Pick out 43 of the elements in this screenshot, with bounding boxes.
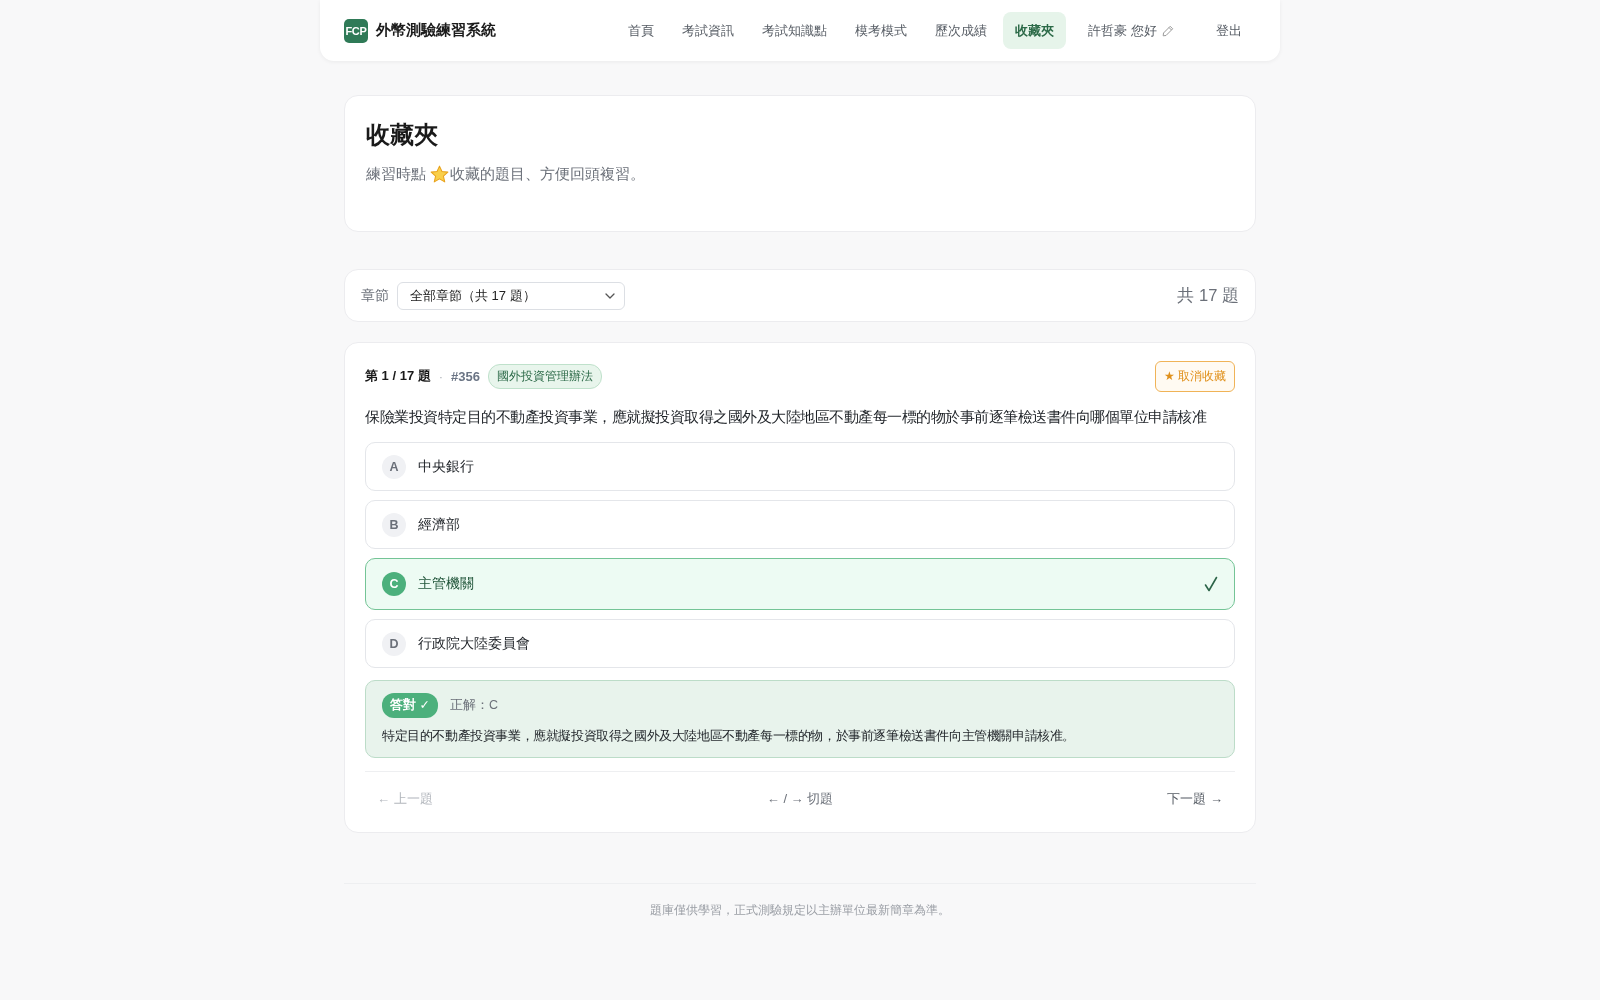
option-letter: C — [382, 572, 406, 596]
option-text: 行政院大陸委員會 — [418, 634, 531, 653]
option-letter: D — [382, 631, 406, 656]
correct-status: 答對 ✓ — [382, 693, 438, 718]
answer-option[interactable]: B 經濟部 — [365, 500, 1235, 549]
star-icon — [430, 165, 449, 184]
question-position: 第 1 / 17 題 — [365, 367, 431, 385]
chevron-down-icon — [605, 292, 615, 299]
app-logo: FCP — [344, 18, 368, 43]
question-text: 保險業投資特定目的不動產投資事業，應就擬投資取得之國外及大陸地區不動產每一標的物於事前逐筆檢送書件向哪個單位申請核准 — [365, 408, 1206, 427]
subtitle-text: 練習時點 — [366, 165, 426, 184]
explanation-text: 特定目的不動產投資事業，應就擬投資取得之國外及大陸地區不動產每一標的物，於事前逐筆檢送書件向主管機關申請核准。 — [382, 727, 1076, 745]
question-number: #356 — [451, 368, 480, 384]
keyboard-hint: ← / → 切題 — [766, 790, 834, 808]
chapter-tag: 國外投資管理辦法 — [488, 363, 602, 389]
nav-tab[interactable]: 收藏夾 — [1003, 12, 1067, 49]
answer-option[interactable]: D 行政院大陸委員會 — [365, 619, 1235, 668]
option-text: 主管機關 — [418, 575, 475, 593]
user-greeting-button[interactable]: 許哲豪 您好 — [1076, 12, 1186, 49]
next-question-button[interactable]: 下一題 → — [1167, 786, 1223, 812]
nav-tab[interactable]: 首頁 — [616, 12, 667, 49]
page-title: 收藏夾 — [366, 120, 439, 150]
option-text: 中央銀行 — [418, 457, 475, 476]
nav-tab[interactable]: 模考模式 — [843, 12, 920, 49]
pencil-icon — [1162, 24, 1174, 37]
answer-option[interactable]: C 主管機關 — [365, 558, 1235, 610]
logout-button[interactable]: 登出 — [1204, 12, 1254, 49]
footer-note: 題庫僅供學習，正式測驗規定以主辦單位最新簡章為準。 — [650, 902, 950, 919]
correct-answer: 正解：C — [449, 697, 498, 714]
chapter-select[interactable]: 全部章節（共 17 題） — [397, 281, 625, 310]
option-letter: B — [382, 512, 406, 537]
answer-option[interactable]: A 中央銀行 — [365, 442, 1235, 491]
nav-tab[interactable]: 考試知識點 — [750, 12, 840, 49]
chapter-label: 章節 — [361, 286, 389, 305]
option-letter: A — [382, 454, 406, 479]
nav-tab[interactable]: 考試資訊 — [670, 12, 747, 49]
option-text: 經濟部 — [418, 515, 461, 534]
subtitle-text: 收藏的題目、方便回頭複習。 — [450, 165, 645, 184]
separator-dot: · — [438, 368, 444, 384]
question-count: 共 17 題 — [1177, 284, 1239, 306]
check-icon — [1204, 576, 1218, 592]
app-title: 外幣測驗練習系統 — [376, 21, 496, 40]
nav-tab[interactable]: 歷次成績 — [923, 12, 1000, 49]
